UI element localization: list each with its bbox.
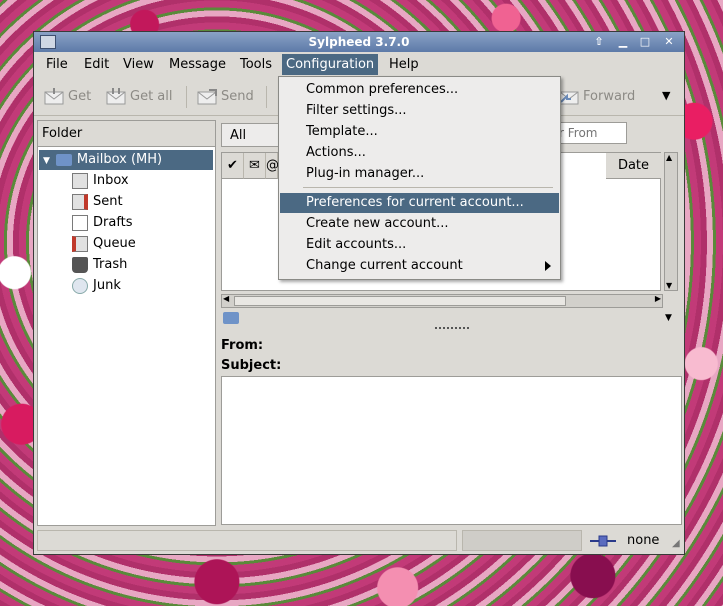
toolbar-overflow-icon[interactable]: ▼ — [662, 89, 670, 102]
menu-item-plugin-manager[interactable]: Plug-in manager... — [280, 164, 559, 184]
folder-queue[interactable]: Queue — [72, 234, 136, 254]
menu-file[interactable]: File — [42, 54, 72, 75]
menu-message[interactable]: Message — [165, 54, 230, 75]
menu-item-preferences-current-account[interactable]: Preferences for current account... — [280, 193, 559, 213]
from-label: From: — [221, 338, 264, 353]
get-button[interactable]: Get — [44, 85, 91, 109]
send-mail-icon — [197, 88, 217, 104]
status-progress — [462, 530, 582, 551]
folder-column-header[interactable]: Folder — [38, 121, 215, 147]
folder-trash[interactable]: Trash — [72, 255, 127, 275]
junk-icon — [72, 277, 88, 294]
col-attach[interactable]: @ — [266, 153, 279, 179]
pane-resize-handle[interactable] — [435, 327, 469, 330]
view-filter-select[interactable]: All — [221, 123, 281, 147]
folder-junk[interactable]: Junk — [72, 276, 121, 296]
get-all-mail-icon — [106, 87, 126, 104]
menu-help[interactable]: Help — [385, 54, 423, 75]
menu-item-template[interactable]: Template... — [280, 122, 559, 142]
toolbar-separator — [186, 86, 187, 108]
menu-item-actions[interactable]: Actions... — [280, 143, 559, 163]
scroll-left-icon[interactable]: ◀ — [223, 294, 229, 303]
folder-mailbox-root[interactable]: ▼ Mailbox (MH) — [39, 150, 213, 170]
app-icon[interactable] — [40, 35, 56, 49]
trash-icon — [72, 256, 88, 273]
scroll-up-icon[interactable]: ▲ — [666, 153, 672, 162]
expander-down-icon[interactable]: ▼ — [43, 156, 50, 166]
shade-icon[interactable]: ⇧ — [590, 34, 608, 50]
submenu-arrow-icon — [545, 261, 551, 271]
maximize-icon[interactable]: □ — [636, 34, 654, 50]
forward-button[interactable]: Forward — [559, 85, 635, 109]
menu-edit[interactable]: Edit — [80, 54, 113, 75]
configuration-menu: Common preferences... Filter settings...… — [278, 76, 561, 280]
menu-view[interactable]: View — [119, 54, 158, 75]
connection-status: none — [627, 533, 660, 548]
menu-configuration[interactable]: Configuration — [282, 54, 379, 75]
menu-separator — [303, 187, 553, 188]
scroll-thumb[interactable] — [234, 296, 566, 306]
folder-pane: Folder ▼ Mailbox (MH) Inbox Sent Drafts Q… — [37, 120, 216, 526]
menu-bar: File Edit View Message Tools Configurati… — [34, 52, 684, 76]
col-unread[interactable]: ✉ — [244, 153, 266, 179]
get-all-button[interactable]: Get all — [106, 85, 173, 109]
dropdown-arrow-icon[interactable]: ▼ — [665, 313, 672, 323]
close-icon[interactable]: ✕ — [660, 34, 678, 50]
menu-item-common-preferences[interactable]: Common preferences... — [280, 80, 559, 100]
folder-icon — [55, 153, 72, 166]
status-bar: none ◢ — [34, 528, 684, 554]
get-mail-icon — [44, 87, 64, 104]
sent-icon — [72, 193, 88, 210]
window-title: Sylpheed 3.7.0 — [308, 35, 410, 49]
folder-sent[interactable]: Sent — [72, 192, 123, 212]
col-mark[interactable]: ✔ — [222, 153, 244, 179]
scroll-down-icon[interactable]: ▼ — [666, 281, 672, 290]
summary-horizontal-scrollbar[interactable]: ◀ ▶ — [221, 294, 663, 308]
subject-label: Subject: — [221, 358, 282, 373]
col-date[interactable]: Date — [606, 153, 661, 179]
menu-item-create-new-account[interactable]: Create new account... — [280, 214, 559, 234]
title-bar[interactable]: Sylpheed 3.7.0 ⇧ ▁ □ ✕ — [34, 32, 684, 52]
minimize-icon[interactable]: ▁ — [614, 34, 632, 50]
summary-vertical-scrollbar[interactable]: ▲ ▼ — [664, 152, 678, 291]
menu-item-edit-accounts[interactable]: Edit accounts... — [280, 235, 559, 255]
forward-icon — [559, 91, 579, 104]
menu-item-filter-settings[interactable]: Filter settings... — [280, 101, 559, 121]
message-body[interactable] — [221, 376, 682, 525]
inbox-icon — [72, 172, 88, 189]
resize-grip-icon[interactable]: ◢ — [672, 538, 680, 549]
message-header: From: Subject: — [221, 336, 682, 376]
scroll-right-icon[interactable]: ▶ — [655, 294, 661, 303]
folder-icon — [223, 312, 239, 324]
folder-drafts[interactable]: Drafts — [72, 213, 133, 233]
status-message — [37, 530, 457, 551]
connection-plug-icon[interactable] — [590, 534, 616, 548]
search-input[interactable] — [555, 122, 627, 144]
menu-tools[interactable]: Tools — [236, 54, 276, 75]
queue-icon — [72, 235, 88, 252]
drafts-icon — [72, 214, 88, 231]
send-button[interactable]: Send — [197, 85, 254, 109]
folder-inbox[interactable]: Inbox — [72, 171, 129, 191]
menu-item-change-current-account[interactable]: Change current account — [280, 256, 559, 276]
toolbar-separator — [266, 86, 267, 108]
